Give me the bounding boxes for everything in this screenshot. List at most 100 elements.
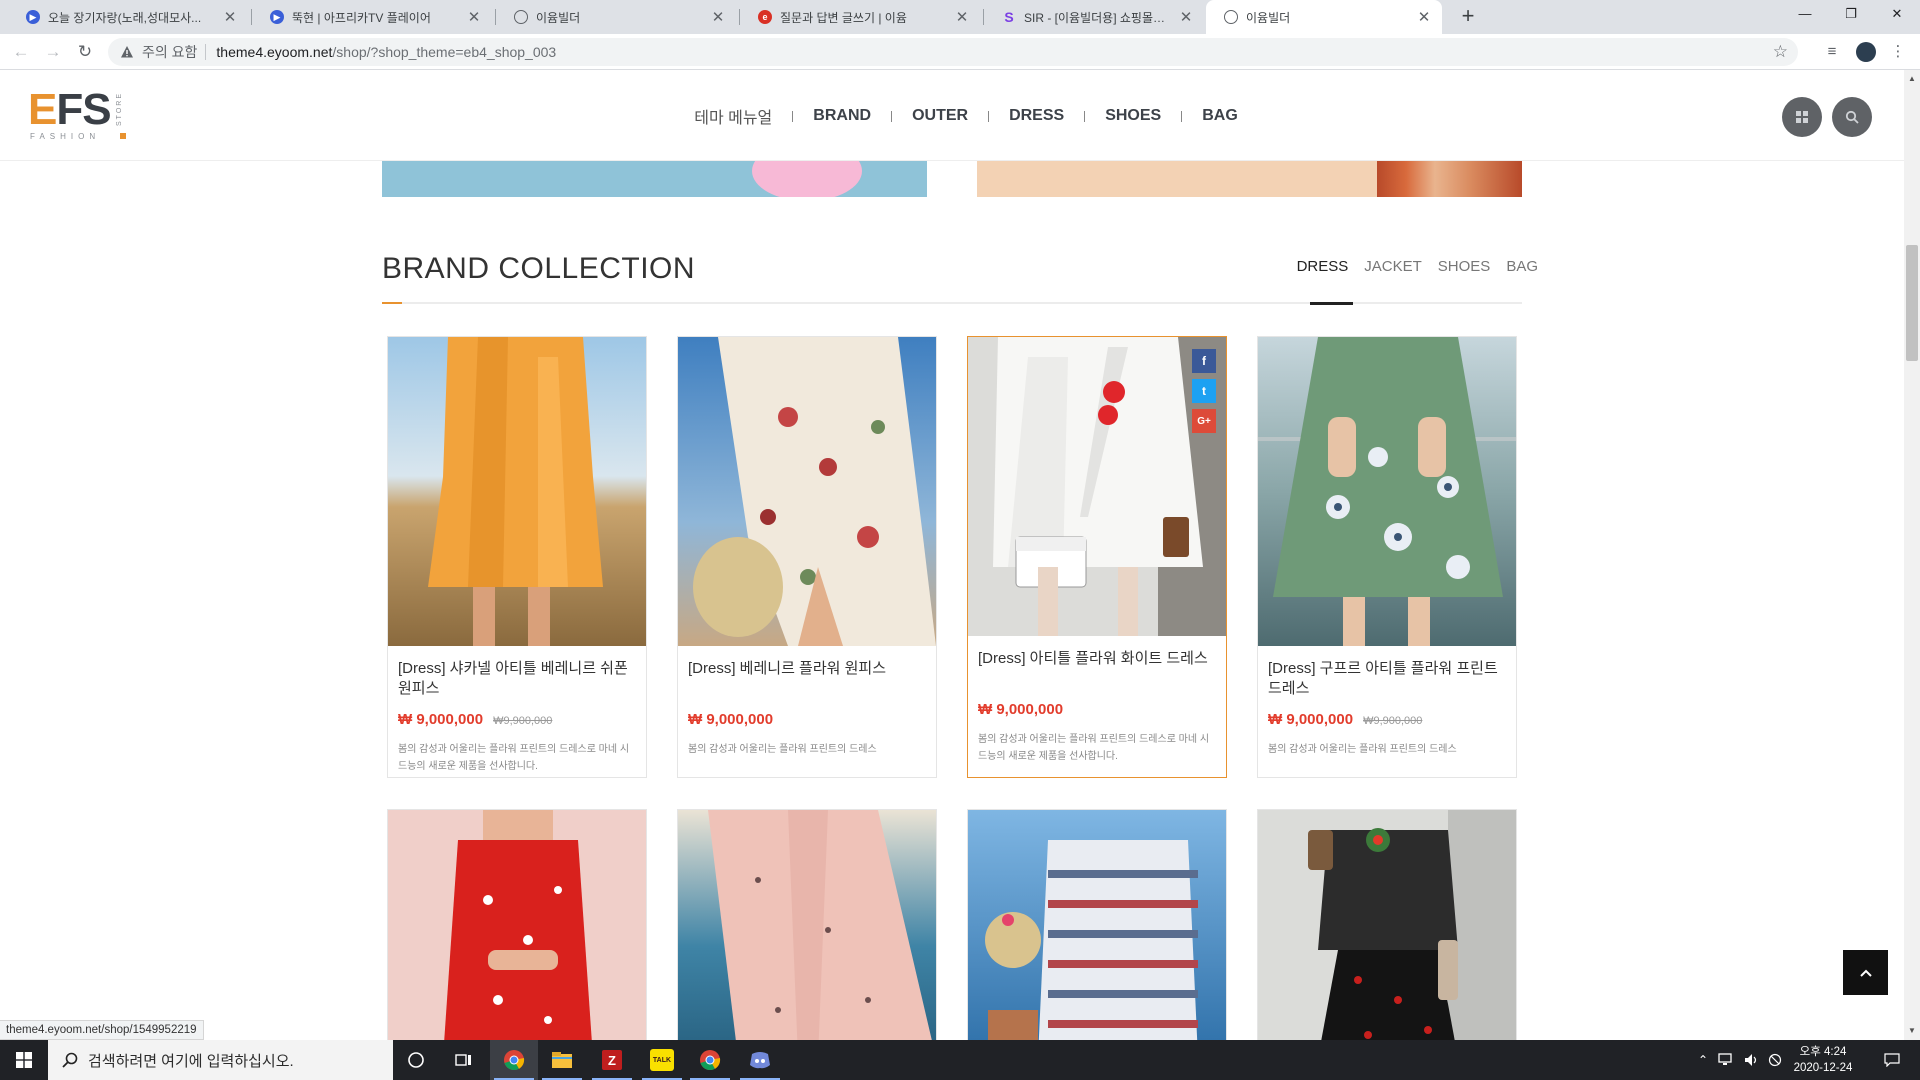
- browser-tab[interactable]: e 질문과 답변 글쓰기 | 이윰 ✕: [740, 0, 980, 34]
- google-plus-icon[interactable]: G+: [1192, 409, 1216, 433]
- tray-expand-chevron-icon[interactable]: ⌃: [1692, 1040, 1714, 1080]
- product-name[interactable]: [Dress] 구프르 아티틀 플라워 프린트 드레스: [1268, 659, 1504, 699]
- browser-tab[interactable]: ▶ 뚝현 | 아프리카TV 플레이어 ✕: [252, 0, 492, 34]
- tab-bag[interactable]: BAG: [1506, 258, 1538, 275]
- taskbar-kakaotalk[interactable]: TALK: [638, 1040, 686, 1080]
- browser-tab[interactable]: S SIR - [이윰빌더용] 쇼핑몰테마 = ✕: [984, 0, 1204, 34]
- scroll-down-arrow-icon[interactable]: ▼: [1906, 1026, 1918, 1038]
- page-scrollbar[interactable]: [1904, 70, 1920, 1040]
- product-price: ₩ 9,000,000: [398, 711, 484, 728]
- folder-icon: [552, 1052, 572, 1068]
- product-image[interactable]: [678, 337, 936, 646]
- browser-tab[interactable]: 이윰빌더 ✕: [496, 0, 736, 34]
- action-center-icon[interactable]: [1872, 1040, 1912, 1080]
- taskbar-search-input[interactable]: 검색하려면 여기에 입력하십시오.: [48, 1040, 393, 1080]
- product-image[interactable]: [1258, 337, 1516, 646]
- scroll-to-top-button[interactable]: [1843, 950, 1888, 995]
- browser-tab-active[interactable]: 이윰빌더 ✕: [1206, 0, 1442, 34]
- close-window-button[interactable]: ✕: [1874, 0, 1920, 30]
- facebook-icon[interactable]: f: [1192, 349, 1216, 373]
- task-view-icon: [455, 1054, 471, 1066]
- tab-close-icon[interactable]: ✕: [222, 8, 238, 26]
- nav-item-outer[interactable]: OUTER: [892, 107, 988, 125]
- search-button[interactable]: [1832, 97, 1872, 137]
- product-image[interactable]: [1258, 810, 1516, 1058]
- nav-item-theme-manual[interactable]: 테마 메뉴얼: [674, 104, 792, 128]
- product-image[interactable]: [968, 810, 1226, 1058]
- volume-icon[interactable]: [1740, 1040, 1764, 1080]
- cortana-circle-icon: [408, 1052, 424, 1068]
- reload-icon[interactable]: ↻: [74, 41, 96, 63]
- price-row: ₩ 9,000,000 ₩9,900,000: [398, 711, 552, 728]
- sir-s-favicon-icon: S: [1004, 9, 1014, 25]
- banner-image-right[interactable]: [977, 161, 1522, 197]
- scroll-up-arrow-icon[interactable]: ▲: [1906, 74, 1918, 86]
- product-card[interactable]: [1257, 809, 1517, 1059]
- nav-item-bag[interactable]: BAG: [1182, 107, 1258, 125]
- product-card[interactable]: [677, 809, 937, 1059]
- logo-subtitle: FASHION: [30, 132, 101, 141]
- tab-jacket[interactable]: JACKET: [1364, 258, 1422, 275]
- tab-close-icon[interactable]: ✕: [710, 8, 726, 26]
- grid-menu-button[interactable]: [1782, 97, 1822, 137]
- media-queue-icon[interactable]: ≡: [1822, 42, 1842, 62]
- product-card[interactable]: [387, 809, 647, 1059]
- network-icon[interactable]: [1714, 1040, 1738, 1080]
- url-path: /shop/?shop_theme=eb4_shop_003: [332, 44, 557, 60]
- tab-dress[interactable]: DRESS: [1297, 258, 1349, 275]
- taskbar-chrome-app[interactable]: [490, 1040, 538, 1080]
- svg-text:Z: Z: [608, 1053, 616, 1068]
- taskbar-clock[interactable]: 오후 4:24 2020-12-24: [1783, 1044, 1863, 1076]
- price-row: ₩ 9,000,000: [688, 711, 773, 728]
- afreecatv-favicon-icon: ▶: [270, 10, 284, 24]
- tab-shoes[interactable]: SHOES: [1438, 258, 1491, 275]
- url-host: theme4.eyoom.net: [216, 44, 333, 60]
- product-card[interactable]: [Dress] 베레니르 플라워 원피스 ₩ 9,000,000 봄의 감성과 …: [677, 336, 937, 778]
- taskbar-chrome-app-2[interactable]: [686, 1040, 734, 1080]
- product-image[interactable]: [678, 810, 936, 1058]
- tab-close-icon[interactable]: ✕: [1416, 8, 1432, 26]
- bookmark-star-icon[interactable]: ☆: [1773, 42, 1788, 62]
- product-name[interactable]: [Dress] 샤카넬 아티틀 베레니르 쉬폰 원피스: [398, 659, 634, 699]
- cortana-button[interactable]: [392, 1040, 440, 1080]
- scrollbar-thumb[interactable]: [1906, 245, 1918, 361]
- banner-image-left[interactable]: [382, 161, 927, 197]
- product-card[interactable]: [967, 809, 1227, 1059]
- product-name[interactable]: [Dress] 베레니르 플라워 원피스: [688, 659, 924, 679]
- profile-avatar-icon[interactable]: [1856, 42, 1876, 62]
- back-arrow-icon[interactable]: ←: [10, 41, 32, 63]
- chevron-up-icon: [1859, 969, 1872, 977]
- forward-arrow-icon[interactable]: →: [42, 41, 64, 63]
- task-view-button[interactable]: [440, 1040, 488, 1080]
- windows-logo-icon: [16, 1052, 32, 1068]
- browser-tab[interactable]: ▶ 오늘 장기자랑(노래,성대모사... ✕: [8, 0, 248, 34]
- taskbar-file-explorer[interactable]: [538, 1040, 586, 1080]
- start-button[interactable]: [0, 1040, 48, 1080]
- product-card-highlighted[interactable]: f t G+ [Dress] 아티틀 플라워 화이트 드레스 ₩ 9,000,0…: [967, 336, 1227, 778]
- product-image[interactable]: [968, 337, 1226, 636]
- product-old-price: ₩9,900,000: [493, 715, 553, 727]
- share-buttons: f t G+: [1192, 349, 1216, 433]
- taskbar-filezilla[interactable]: Z: [588, 1040, 636, 1080]
- product-image[interactable]: [388, 337, 646, 646]
- search-icon: [1845, 110, 1859, 124]
- minimize-button[interactable]: —: [1782, 0, 1828, 30]
- tab-close-icon[interactable]: ✕: [466, 8, 482, 26]
- new-tab-button[interactable]: +: [1455, 4, 1481, 30]
- tab-close-icon[interactable]: ✕: [1178, 8, 1194, 26]
- nav-item-shoes[interactable]: SHOES: [1085, 107, 1181, 125]
- product-name[interactable]: [Dress] 아티틀 플라워 화이트 드레스: [978, 649, 1214, 669]
- restore-button[interactable]: ❐: [1828, 0, 1874, 30]
- address-bar[interactable]: 주의 요함 theme4.eyoom.net/shop/?shop_theme=…: [108, 38, 1798, 66]
- nav-item-brand[interactable]: BRAND: [793, 107, 891, 125]
- twitter-icon[interactable]: t: [1192, 379, 1216, 403]
- nav-item-dress[interactable]: DRESS: [989, 107, 1084, 125]
- product-image[interactable]: [388, 810, 646, 1058]
- taskbar-search-placeholder: 검색하려면 여기에 입력하십시오.: [88, 1052, 294, 1070]
- product-card[interactable]: [Dress] 샤카넬 아티틀 베레니르 쉬폰 원피스 ₩ 9,000,000 …: [387, 336, 647, 778]
- taskbar-discord[interactable]: [736, 1040, 784, 1080]
- security-label[interactable]: 주의 요함: [142, 42, 197, 62]
- product-card[interactable]: [Dress] 구프르 아티틀 플라워 프린트 드레스 ₩ 9,000,000 …: [1257, 336, 1517, 778]
- tab-close-icon[interactable]: ✕: [954, 8, 970, 26]
- more-menu-icon[interactable]: ⋮: [1888, 42, 1908, 62]
